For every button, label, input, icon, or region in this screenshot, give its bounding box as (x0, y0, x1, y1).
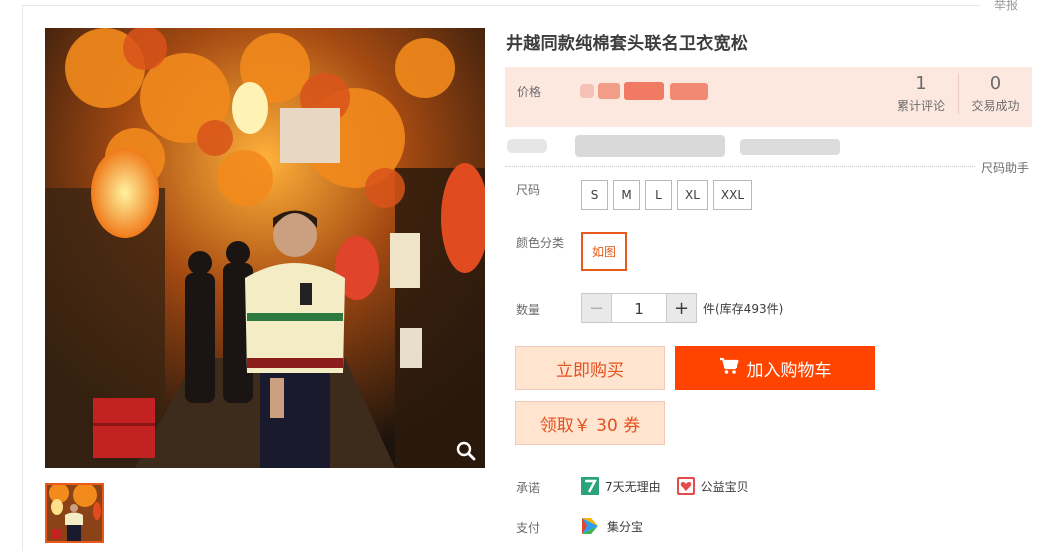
jifenbao-icon (581, 517, 599, 535)
promotion-info-blurred (505, 131, 845, 159)
quantity-increase-button[interactable]: + (666, 293, 697, 323)
payment-methods: 集分宝 (581, 517, 643, 535)
size-helper-link[interactable]: 尺码助手 (981, 159, 1029, 176)
page-frame-top (22, 5, 980, 6)
seven-day-return-icon (581, 477, 599, 495)
color-label: 颜色分类 (516, 236, 565, 250)
stats-group: 1 累计评论 0 交易成功 (884, 73, 1032, 114)
size-option-m[interactable]: M (613, 180, 640, 210)
price-panel: 价格 1 累计评论 0 交易成功 (505, 67, 1032, 127)
promise-item-charity[interactable]: 公益宝贝 (701, 478, 749, 495)
color-option-selected[interactable]: 如图 (581, 232, 628, 271)
sales-count-stat: 0 交易成功 (958, 73, 1032, 114)
promise-list: 7天无理由 公益宝贝 (581, 477, 749, 495)
size-option-s[interactable]: S (581, 180, 608, 210)
zoom-icon[interactable] (455, 440, 477, 462)
thumbnail-image[interactable] (45, 483, 104, 543)
payment-method-jifenbao[interactable]: 集分宝 (607, 518, 643, 535)
size-option-l[interactable]: L (645, 180, 672, 210)
review-label: 累计评论 (896, 99, 945, 113)
quantity-decrease-button[interactable]: − (581, 293, 612, 323)
coupon-button[interactable]: 领取￥ 30 券 (515, 401, 665, 445)
main-product-image[interactable] (45, 28, 485, 468)
size-label: 尺码 (516, 183, 541, 197)
review-count: 1 (915, 73, 927, 94)
add-to-cart-label: 加入购物车 (746, 360, 832, 381)
sales-count: 0 (989, 73, 1002, 94)
promise-item-return[interactable]: 7天无理由 (605, 478, 661, 495)
product-title: 井越同款纯棉套头联名卫衣宽松 (506, 34, 749, 54)
stock-text: 件(库存493件) (703, 301, 784, 316)
page-frame-left (22, 5, 23, 551)
sales-label: 交易成功 (971, 99, 1020, 113)
size-option-xxl[interactable]: XXL (712, 180, 753, 210)
size-option-xl[interactable]: XL (677, 180, 708, 210)
quantity-stepper: − 1 + 件(库存493件) (581, 293, 783, 323)
buy-now-button[interactable]: 立即购买 (515, 346, 665, 390)
quantity-input[interactable]: 1 (612, 293, 666, 323)
review-count-stat[interactable]: 1 累计评论 (884, 73, 958, 114)
add-to-cart-button[interactable]: 加入购物车 (675, 346, 875, 390)
report-link[interactable]: 举报 (994, 0, 1018, 13)
divider (505, 166, 975, 167)
quantity-label: 数量 (516, 303, 541, 317)
payment-label: 支付 (516, 521, 541, 535)
size-options: S M L XL XXL (581, 180, 753, 210)
cart-icon (719, 357, 739, 380)
price-value-blurred (580, 81, 710, 101)
charity-icon (676, 477, 695, 495)
price-label: 价格 (517, 85, 542, 99)
promise-label: 承诺 (516, 481, 541, 495)
